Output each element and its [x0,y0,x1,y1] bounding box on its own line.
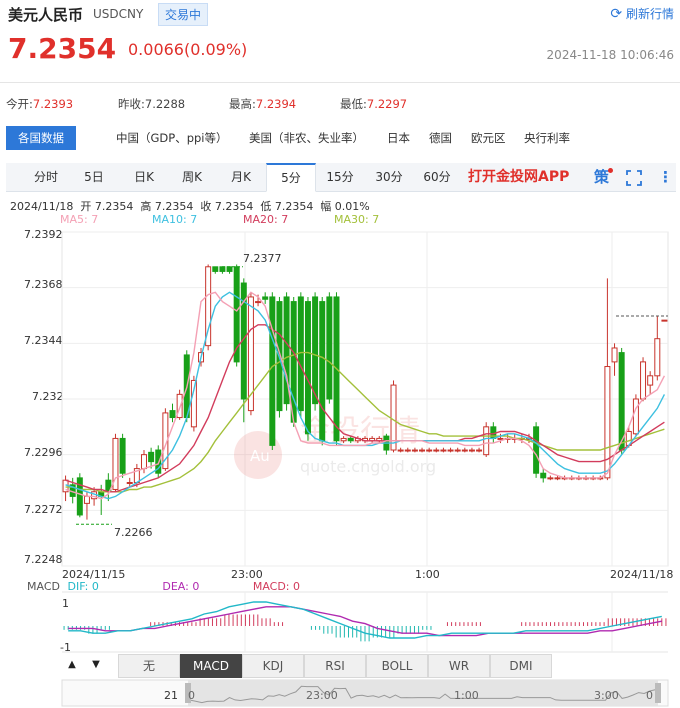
macd-lines [68,601,662,639]
indicator-wr[interactable]: WR [428,654,490,678]
candle-body [219,266,226,272]
arrow-up-icon[interactable]: ▲ [62,654,82,676]
candle-body [547,477,554,480]
range-navigator [61,679,669,707]
navigator-left-number: 21 [164,689,178,702]
candle-body [326,296,333,400]
candle-body [647,375,654,386]
indicator-kdj[interactable]: KDJ [242,654,304,678]
macd-value: MACD: 0 [252,580,301,593]
candle-body [76,477,83,516]
candle-body [340,437,347,442]
candle-body [554,477,561,480]
indicator-rsi[interactable]: RSI [304,654,366,678]
macd-dea: DEA: 0 [162,580,200,593]
chart-grid [61,231,669,567]
candle-body [483,426,490,456]
candle-body [148,451,155,463]
candle-body [454,449,461,452]
candle-body [319,301,326,442]
candle-body [262,296,269,300]
candle-body [661,319,668,322]
candle-body [419,449,426,452]
navigator-tick: 3:00 [594,689,619,702]
navigator-tick: 1:00 [454,689,479,702]
candle-body [83,495,90,504]
indicator-tabs: ▲ ▼ 无 MACD KDJ RSI BOLL WR DMI [62,654,670,678]
candle-body [126,482,133,484]
candles-layer [62,264,668,520]
macd-header: MACD DIF: 0 DEA: 0 MACD: 0 [27,580,300,593]
candle-body [632,398,639,435]
candle-body [119,437,126,474]
macd-dif: DIF: 0 [67,580,99,593]
candle-body [312,296,319,405]
candle-body [604,366,611,479]
candle-body [140,454,147,470]
candle-body [447,449,454,452]
navigator-tick: 0 [188,689,195,702]
candle-body [640,361,647,400]
watermark-url: quote.cngold.org [300,457,436,476]
candle-body [226,266,233,272]
candle-body [212,266,219,272]
candle-body [269,296,276,446]
indicator-boll[interactable]: BOLL [366,654,428,678]
indicator-macd[interactable]: MACD [180,654,242,678]
candle-body [404,449,411,452]
navigator-handle-right [655,683,661,703]
candle-body [476,449,483,452]
candle-body [255,301,262,304]
macd-y-top: 1 [62,597,69,610]
macd-grid [62,591,668,653]
arrow-down-icon[interactable]: ▼ [86,654,106,676]
candle-body [304,301,311,435]
watermark-logo-text: Au [250,447,270,465]
indicator-none[interactable]: 无 [118,654,180,678]
candle-body [611,347,618,363]
navigator-selection [188,680,658,706]
navigator-tick: 23:00 [306,689,338,702]
candle-body [540,472,547,479]
candle-body [347,437,354,442]
candle-body [461,449,468,452]
candle-body [440,449,447,452]
candle-body [433,449,440,452]
candle-body [654,338,661,377]
candle-body [169,410,176,419]
candle-body [397,449,404,452]
macd-y-bottom: -1 [60,641,71,654]
candle-body [468,449,475,452]
high-annotation: 7.2377 [243,252,282,265]
indicator-dmi[interactable]: DMI [490,654,552,678]
candle-body [411,449,418,452]
kline-chart[interactable]: Au 金投行情 quote.cngold.org 7.2377 7.2266 [0,0,680,708]
navigator-tick: 0 [646,689,653,702]
annotations-layer: 7.2377 7.2266 [76,252,668,539]
low-annotation: 7.2266 [114,526,153,539]
candle-body [497,437,504,440]
macd-title: MACD [27,580,60,593]
candle-body [618,352,625,451]
candle-body [426,449,433,452]
candle-body [533,426,540,474]
